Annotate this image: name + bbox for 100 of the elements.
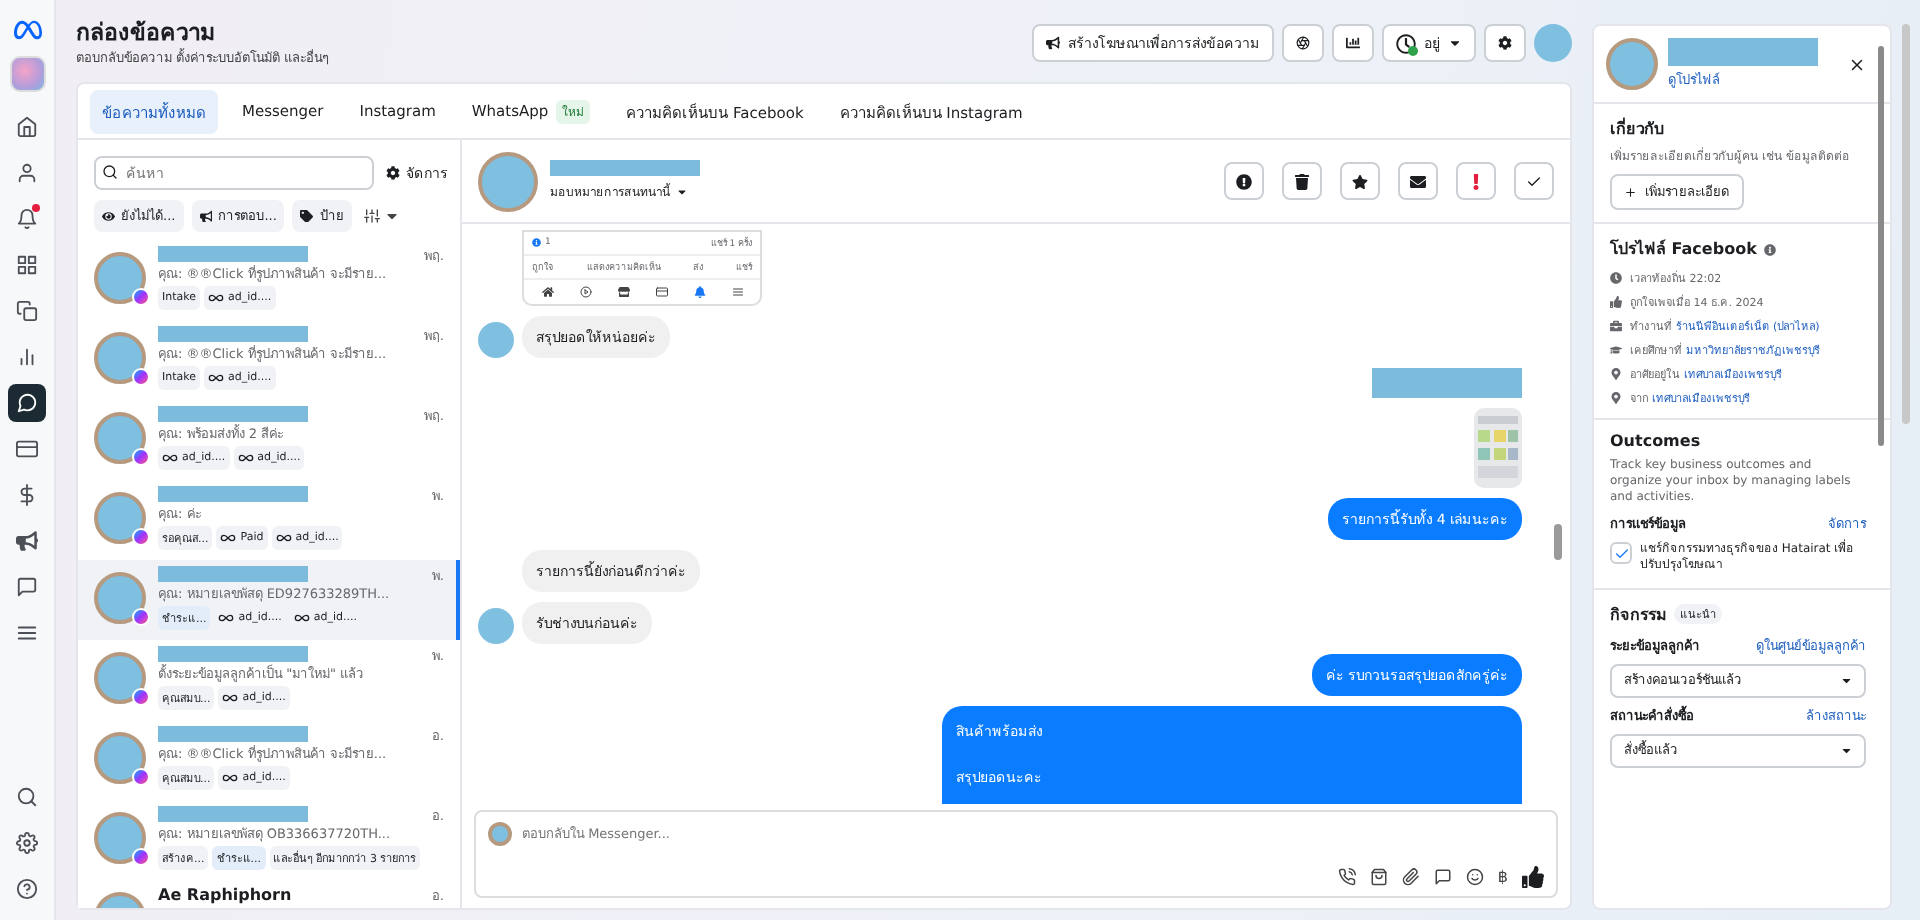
section-title: โปรไฟล์ Facebook: [1610, 237, 1757, 263]
star-icon: [1352, 173, 1368, 189]
exclamation-icon: [1468, 173, 1484, 189]
mail-button[interactable]: [1398, 162, 1438, 200]
section-title: เกี่ยวกับ: [1610, 116, 1666, 142]
bar-chart-icon: [16, 346, 38, 368]
aperture-icon: [1296, 36, 1310, 50]
page-title: กล่องข้อความ: [76, 18, 218, 46]
avatar: [94, 492, 146, 544]
home-icon: [541, 286, 553, 298]
delete-button[interactable]: [1282, 162, 1322, 200]
scrollbar-thumb[interactable]: [1554, 524, 1562, 560]
exclamation-icon: [1236, 173, 1252, 189]
paperclip-icon[interactable]: [1401, 868, 1420, 886]
phone-icon[interactable]: [1337, 868, 1356, 886]
menu-icon: [731, 286, 743, 298]
avatar: [1606, 38, 1658, 90]
sliders-icon: [363, 208, 380, 224]
avatar: [94, 572, 146, 624]
settings-button[interactable]: [1484, 24, 1526, 62]
table-icon: [16, 254, 38, 276]
megaphone-icon: [199, 209, 213, 223]
video-icon: [579, 286, 591, 298]
avatar: [478, 151, 538, 211]
bar-chart-icon: [1346, 36, 1360, 50]
map-pin-icon: [1610, 368, 1622, 381]
megaphone-icon: [16, 530, 38, 552]
caret-icon: [1839, 743, 1852, 757]
messenger-badge-icon: [132, 528, 150, 546]
settings-icon: [1498, 36, 1512, 50]
reaction-icon: [532, 238, 541, 248]
chat-icon: [16, 392, 38, 414]
infinity-icon: [275, 530, 292, 546]
caret-icon: [676, 186, 688, 198]
checkbox[interactable]: [1610, 542, 1632, 565]
store-icon: [617, 286, 629, 298]
speech-bubble-icon: [16, 576, 38, 598]
messenger-badge-icon: [132, 848, 150, 866]
briefcase-icon: [1610, 320, 1622, 333]
infinity-icon: [237, 450, 254, 466]
spam-button[interactable]: [1456, 162, 1496, 200]
thumbs-up-icon: [1610, 296, 1622, 309]
caret-icon: [383, 208, 400, 224]
avatar: [94, 652, 146, 704]
envelope-icon: [1410, 173, 1426, 189]
avatar: [94, 252, 146, 304]
windows-icon: [16, 300, 38, 322]
contact-name: Ae Raphiphorn: [158, 886, 294, 904]
plus-icon: [1624, 185, 1637, 199]
section-title: กิจกรรม: [1610, 603, 1666, 628]
map-pin-icon: [1610, 392, 1622, 405]
menu-icon: [16, 622, 38, 644]
avatar: [94, 812, 146, 864]
trash-icon: [1294, 173, 1310, 189]
thumbs-up-icon[interactable]: [1522, 866, 1544, 888]
infinity-icon: [222, 770, 239, 786]
scrollbar-thumb[interactable]: [1902, 24, 1910, 424]
currency-button[interactable]: ฿: [1497, 868, 1508, 886]
scrollbar-thumb[interactable]: [1878, 46, 1884, 446]
insights-button[interactable]: [1332, 24, 1374, 62]
megaphone-icon: [1046, 36, 1060, 50]
status-icon: [1396, 33, 1416, 53]
shopping-bag-icon[interactable]: [1369, 868, 1388, 886]
eye-icon: [102, 209, 115, 223]
infinity-icon: [220, 530, 237, 546]
gear-icon: [386, 166, 400, 180]
clock-icon: [1610, 272, 1622, 285]
star-button[interactable]: [1340, 162, 1380, 200]
check-icon: [1613, 545, 1629, 562]
emoji-icon[interactable]: [1465, 868, 1484, 886]
caret-icon: [1448, 36, 1462, 50]
tag-icon: [300, 209, 314, 223]
search-icon: [102, 164, 118, 180]
caret-icon: [1839, 673, 1852, 687]
infinity-icon: [208, 290, 225, 306]
infinity-icon: [208, 370, 225, 386]
graduation-cap-icon: [1610, 344, 1622, 357]
contact-card-icon: [16, 438, 38, 460]
messenger-badge-icon: [132, 688, 150, 706]
close-icon[interactable]: [1848, 55, 1866, 73]
info-icon: [1764, 243, 1777, 256]
infinity-icon: [218, 610, 235, 626]
bell-icon: [693, 286, 705, 298]
avatar: [94, 412, 146, 464]
infinity-icon: [162, 450, 178, 466]
speech-bubble-icon[interactable]: [1433, 868, 1452, 886]
alert-button[interactable]: [1224, 162, 1264, 200]
infinity-icon: [293, 610, 310, 626]
section-title: Outcomes: [1610, 432, 1703, 451]
avatar: [94, 332, 146, 384]
messenger-badge-icon: [132, 608, 150, 626]
check-icon: [1526, 173, 1542, 189]
messenger-badge-icon: [132, 368, 150, 386]
messenger-badge-icon: [132, 288, 150, 306]
nav-button[interactable]: [8, 384, 46, 422]
bell-icon: [16, 208, 38, 230]
messenger-badge-icon: [132, 448, 150, 466]
card-icon: [655, 286, 667, 298]
home-icon: [16, 116, 38, 138]
integrations-button[interactable]: [1282, 24, 1324, 62]
